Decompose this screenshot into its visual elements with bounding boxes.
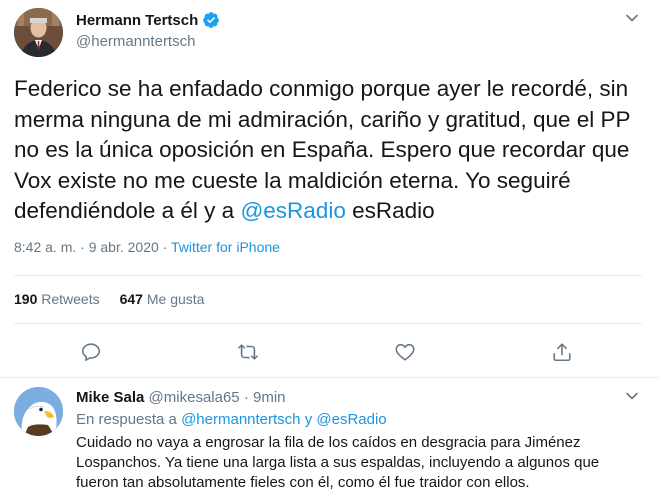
chevron-down-icon[interactable] [625,389,639,403]
meta-separator: · [80,239,85,255]
reply-separator: · [243,389,249,406]
replying-mention-1[interactable]: @hermanntertsch [181,411,300,428]
main-tweet: Hermann Tertsch @hermanntertsch Federico… [0,0,659,378]
tweet-meta: 8:42 a. m. · 9 abr. 2020 · Twitter for i… [14,239,280,255]
reply-text: Cuidado no vaya a engrosar la fila de lo… [76,434,600,491]
retweets-stat[interactable]: 190 Retweets [14,291,100,307]
avatar[interactable] [14,8,63,57]
chevron-down-icon[interactable] [625,11,639,25]
share-icon[interactable] [551,341,573,363]
retweet-icon[interactable] [237,341,259,363]
replying-and: y [300,411,317,428]
divider [14,323,642,324]
tweet-date[interactable]: 9 abr. 2020 [89,239,159,255]
tweet-text-tail: esRadio [345,198,435,223]
verified-badge-icon [202,11,220,29]
divider [14,275,642,276]
tweet-text: Federico se ha enfadado conmigo porque a… [14,74,644,227]
author-handle[interactable]: @hermanntertsch [76,33,195,50]
likes-stat[interactable]: 647 Me gusta [120,291,205,307]
like-icon[interactable] [394,341,416,363]
likes-label: Me gusta [146,291,205,307]
avatar-image [14,8,63,57]
replying-prefix: En respuesta a [76,411,182,428]
likes-count: 647 [119,291,143,307]
replying-to: En respuesta a @hermanntertsch y @esRadi… [76,411,387,428]
reply-time[interactable]: 9min [253,389,286,406]
reply-author-handle[interactable]: @mikesala65 [149,389,240,406]
tweet-actions [0,341,659,363]
tweet-stats: 190 Retweets 647 Me gusta [14,291,204,307]
meta-separator: · [162,239,168,255]
tweet-source[interactable]: Twitter for iPhone [171,239,280,255]
retweets-label: Retweets [41,291,100,307]
mention-link[interactable]: @esRadio [240,198,345,223]
reply-tweet[interactable]: Mike Sala @mikesala65 · 9min En respuest… [0,378,659,495]
eagle-avatar-image [14,387,63,436]
reply-icon[interactable] [80,341,102,363]
retweets-count: 190 [14,291,38,307]
reply-avatar[interactable] [14,387,63,436]
author-name[interactable]: Hermann Tertsch [76,12,198,29]
tweet-time[interactable]: 8:42 a. m. [14,239,76,255]
replying-mention-2[interactable]: @esRadio [316,411,386,428]
reply-author-name[interactable]: Mike Sala [76,389,144,406]
